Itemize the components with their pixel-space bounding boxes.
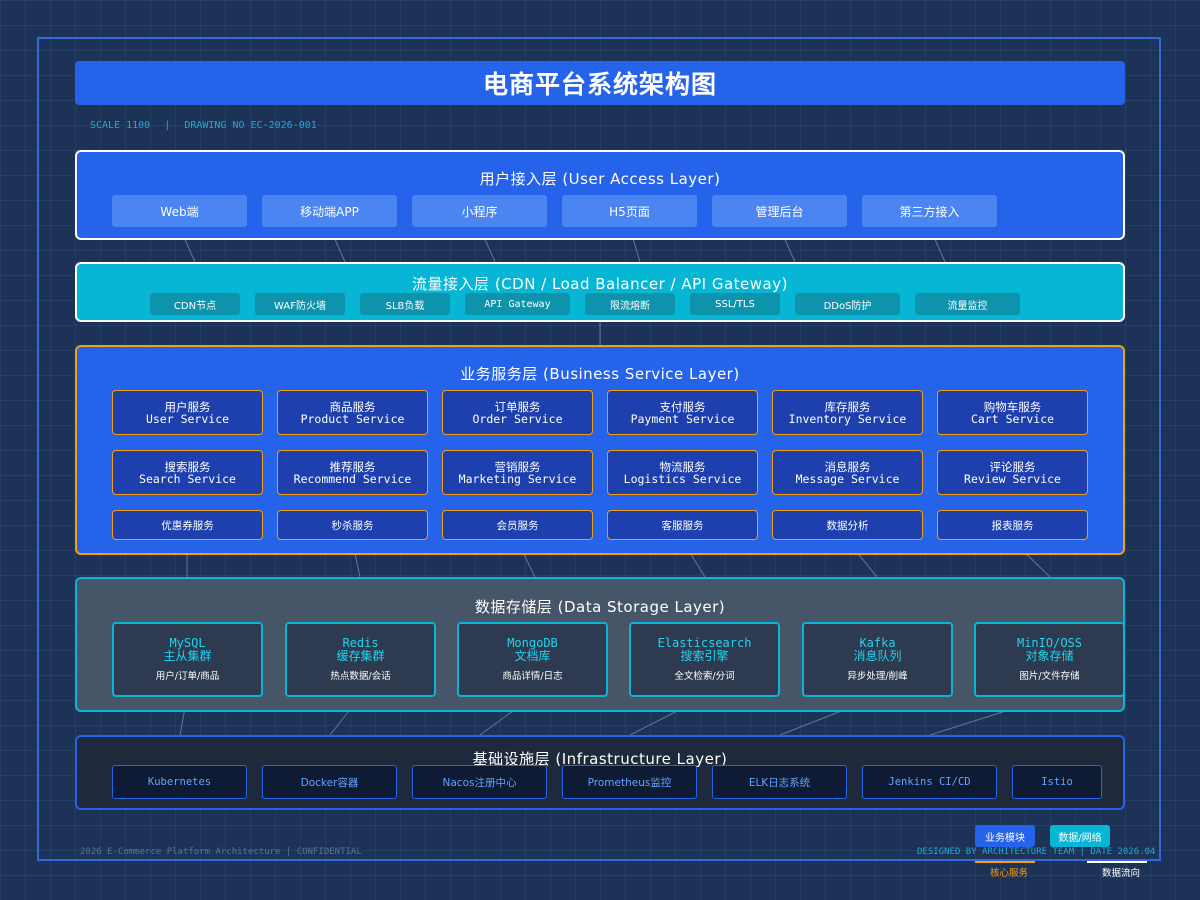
meta-separator: | — [164, 120, 171, 131]
service-data-analysis[interactable]: 数据分析 — [772, 510, 923, 540]
storage-desc: 异步处理/削峰 — [847, 671, 908, 682]
storage-kafka[interactable]: Kafka 消息队列 异步处理/削峰 — [802, 622, 953, 697]
drawing-meta: SCALE 1100 | DRAWING NO EC-2026-001 — [90, 120, 317, 131]
service-name-cn: 物流服务 — [659, 459, 706, 474]
storage-minio-oss[interactable]: MinIO/OSS 对象存储 图片/文件存储 — [974, 622, 1125, 697]
footer-right: DESIGNED BY ARCHITECTURE TEAM | DATE 202… — [917, 847, 1156, 857]
traffic-cdn[interactable]: CDN节点 — [150, 293, 240, 315]
footer-left: 2026 E-Commerce Platform Architecture | … — [80, 847, 362, 857]
scale-text: SCALE 1100 — [90, 120, 151, 131]
legend-core-service-line — [975, 861, 1035, 863]
service-marketing[interactable]: 营销服务 Marketing Service — [442, 450, 593, 495]
traffic-monitor[interactable]: 流量监控 — [915, 293, 1020, 315]
service-name-en: Inventory Service — [788, 411, 907, 426]
service-name-cn: 消息服务 — [824, 459, 871, 474]
storage-desc: 全文检索/分词 — [674, 671, 735, 682]
storage-role: 消息队列 — [853, 649, 902, 663]
service-name-en: Order Service — [472, 411, 563, 426]
legend-data-network: 数据/网络 — [1050, 825, 1110, 847]
service-recommend[interactable]: 推荐服务 Recommend Service — [277, 450, 428, 495]
service-name-en: Message Service — [795, 471, 900, 486]
infra-kubernetes[interactable]: Kubernetes — [112, 765, 247, 799]
storage-role: 搜索引擎 — [680, 649, 729, 663]
user-layer-title: 用户接入层 (User Access Layer) — [479, 170, 721, 188]
traffic-slb[interactable]: SLB负载 — [360, 293, 450, 315]
storage-desc: 图片/文件存储 — [1019, 671, 1080, 682]
service-name-en: User Service — [145, 411, 230, 426]
storage-elasticsearch[interactable]: Elasticsearch 搜索引擎 全文检索/分词 — [629, 622, 780, 697]
infra-jenkins[interactable]: Jenkins CI/CD — [862, 765, 997, 799]
service-cart[interactable]: 购物车服务 Cart Service — [937, 390, 1088, 435]
service-name-cn: 库存服务 — [824, 399, 871, 414]
service-search[interactable]: 搜索服务 Search Service — [112, 450, 263, 495]
service-membership[interactable]: 会员服务 — [442, 510, 593, 540]
traffic-layer-title: 流量接入层 (CDN / Load Balancer / API Gateway… — [412, 275, 788, 293]
service-name-en: Search Service — [139, 471, 236, 486]
service-name-cn: 订单服务 — [494, 399, 541, 414]
service-product[interactable]: 商品服务 Product Service — [277, 390, 428, 435]
client-h5[interactable]: H5页面 — [562, 195, 697, 227]
service-name-cn: 推荐服务 — [329, 459, 376, 474]
storage-role: 缓存集群 — [336, 649, 385, 663]
client-mini-program[interactable]: 小程序 — [412, 195, 547, 227]
client-admin[interactable]: 管理后台 — [712, 195, 847, 227]
traffic-rate-limit[interactable]: 限流熔断 — [585, 293, 675, 315]
service-name-en: Marketing Service — [458, 471, 577, 486]
storage-role: 文档库 — [514, 649, 551, 663]
service-name-en: Payment Service — [630, 411, 735, 426]
legend-data-flow: 数据流向 — [1102, 868, 1141, 879]
service-customer-support[interactable]: 客服服务 — [607, 510, 758, 540]
service-name-cn: 购物车服务 — [983, 399, 1042, 414]
service-logistics[interactable]: 物流服务 Logistics Service — [607, 450, 758, 495]
service-message[interactable]: 消息服务 Message Service — [772, 450, 923, 495]
business-layer-title: 业务服务层 (Business Service Layer) — [460, 365, 740, 383]
infra-prometheus[interactable]: Prometheus监控 — [562, 765, 697, 799]
service-name-en: Review Service — [964, 471, 1061, 486]
service-name-cn: 支付服务 — [659, 399, 706, 414]
storage-redis[interactable]: Redis 缓存集群 热点数据/会话 — [285, 622, 436, 697]
storage-desc: 热点数据/会话 — [330, 671, 391, 682]
service-name-en: Product Service — [300, 411, 405, 426]
traffic-waf[interactable]: WAF防火墙 — [255, 293, 345, 315]
service-order[interactable]: 订单服务 Order Service — [442, 390, 593, 435]
storage-layer-title: 数据存储层 (Data Storage Layer) — [474, 598, 726, 616]
service-coupon[interactable]: 优惠券服务 — [112, 510, 263, 540]
client-web[interactable]: Web端 — [112, 195, 247, 227]
service-inventory[interactable]: 库存服务 Inventory Service — [772, 390, 923, 435]
service-name-en: Recommend Service — [293, 471, 412, 486]
service-name-cn: 商品服务 — [329, 399, 376, 414]
traffic-api-gateway[interactable]: API Gateway — [465, 293, 570, 315]
storage-desc: 用户/订单/商品 — [155, 671, 220, 682]
legend-business-module: 业务模块 — [975, 825, 1035, 847]
storage-mysql[interactable]: MySQL 主从集群 用户/订单/商品 — [112, 622, 263, 697]
infra-docker[interactable]: Docker容器 — [262, 765, 397, 799]
traffic-ddos[interactable]: DDoS防护 — [795, 293, 900, 315]
infra-istio[interactable]: Istio — [1012, 765, 1102, 799]
page-title: 电商平台系统架构图 — [75, 61, 1125, 105]
legend-core-service: 核心服务 — [990, 868, 1029, 879]
storage-role: 主从集群 — [163, 649, 212, 663]
service-flash-sale[interactable]: 秒杀服务 — [277, 510, 428, 540]
service-user[interactable]: 用户服务 User Service — [112, 390, 263, 435]
client-third-party[interactable]: 第三方接入 — [862, 195, 997, 227]
service-name-cn: 评论服务 — [989, 459, 1036, 474]
legend-data-flow-line — [1087, 861, 1147, 863]
storage-desc: 商品详情/日志 — [502, 671, 563, 682]
traffic-ssl[interactable]: SSL/TLS — [690, 293, 780, 315]
client-mobile-app[interactable]: 移动端APP — [262, 195, 397, 227]
storage-mongodb[interactable]: MongoDB 文档库 商品详情/日志 — [457, 622, 608, 697]
service-name-cn: 搜索服务 — [164, 459, 211, 474]
infra-elk[interactable]: ELK日志系统 — [712, 765, 847, 799]
storage-role: 对象存储 — [1025, 649, 1074, 663]
service-name-en: Cart Service — [970, 411, 1055, 426]
service-name-en: Logistics Service — [623, 471, 742, 486]
service-payment[interactable]: 支付服务 Payment Service — [607, 390, 758, 435]
drawing-number: DRAWING NO EC-2026-001 — [184, 120, 317, 131]
service-reports[interactable]: 报表服务 — [937, 510, 1088, 540]
service-name-cn: 用户服务 — [164, 399, 211, 414]
service-name-cn: 营销服务 — [494, 459, 541, 474]
infra-nacos[interactable]: Nacos注册中心 — [412, 765, 547, 799]
service-review[interactable]: 评论服务 Review Service — [937, 450, 1088, 495]
